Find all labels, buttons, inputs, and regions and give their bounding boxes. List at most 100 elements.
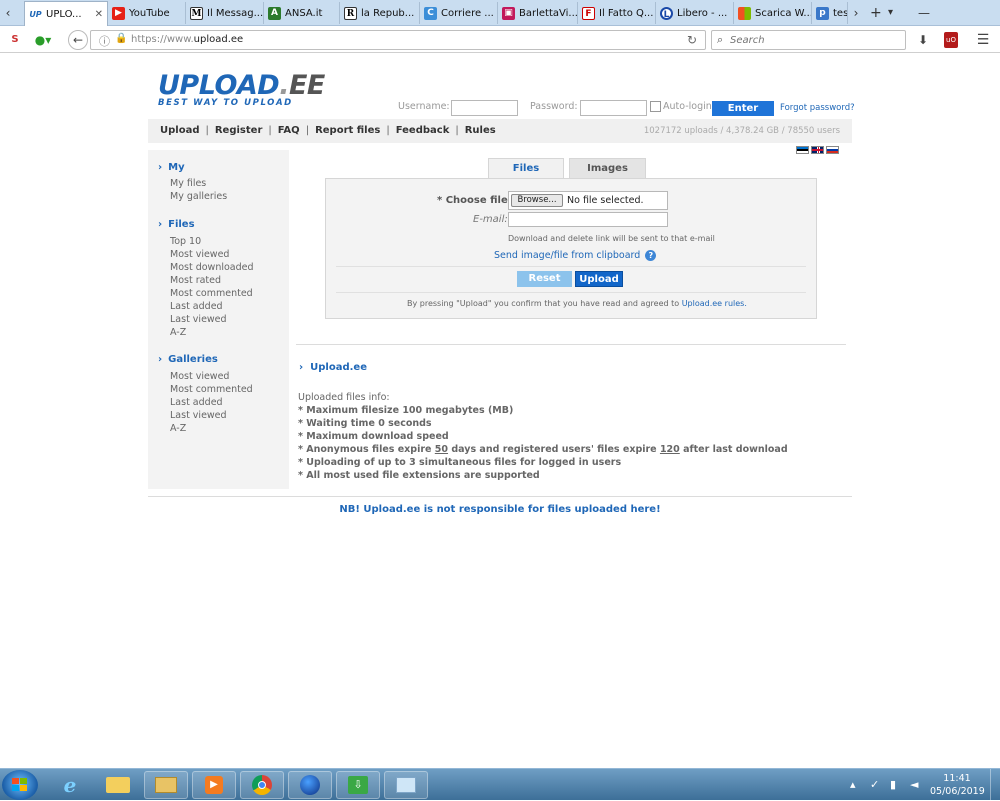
hamburger-menu-icon[interactable]: ☰: [974, 31, 992, 49]
media-player-icon[interactable]: ▶: [192, 771, 236, 799]
ublock-icon[interactable]: uO: [944, 32, 958, 48]
sidebar-section-my[interactable]: › My: [158, 162, 185, 173]
tab-list-chevron-icon[interactable]: ▾: [888, 2, 893, 24]
menu-items: Upload | Register | FAQ | Report files | Feedbac…: [160, 125, 496, 136]
sidebar-link-files-last-viewed[interactable]: Last viewed: [170, 314, 227, 325]
rules-link[interactable]: Upload.ee rules.: [682, 299, 747, 308]
barlettaviva-icon: ▣: [502, 6, 515, 20]
site-info-icon[interactable]: ⓘ: [99, 33, 110, 49]
browser-tab[interactable]: ptest: [812, 2, 848, 24]
volume-icon[interactable]: ◄: [910, 778, 918, 791]
windows-taskbar: e ▶ ⇩ ▴ ✓ ▮ ◄ 11:41 05/06/2019: [0, 768, 1000, 801]
browser-tab[interactable]: ▶ YouTube: [108, 2, 186, 24]
addon-green-icon[interactable]: ●▾: [32, 31, 54, 49]
tabs-scroll-right-icon[interactable]: ›: [850, 3, 862, 23]
sidebar-link-files-most-commented[interactable]: Most commented: [170, 288, 253, 299]
download-icon[interactable]: ⬇: [914, 31, 932, 49]
upload-ee-section-title[interactable]: › Upload.ee: [299, 362, 367, 373]
back-arrow-icon[interactable]: ←: [68, 30, 88, 50]
sidebar-link-files-last-added[interactable]: Last added: [170, 301, 223, 312]
autologin-checkbox[interactable]: [650, 101, 661, 112]
download-manager-icon[interactable]: ⇩: [336, 771, 380, 799]
microsoft-icon: [738, 6, 751, 20]
browser-tab[interactable]: L Libero - ...: [656, 2, 734, 24]
tab-images[interactable]: Images: [569, 158, 646, 178]
sidebar-link-most-downloaded[interactable]: Most downloaded: [170, 262, 254, 273]
password-label: Password:: [530, 101, 578, 112]
browser-tab[interactable]: Scarica W...: [734, 2, 812, 24]
autologin-label: Auto-login: [663, 101, 712, 112]
file-explorer-icon[interactable]: [144, 771, 188, 799]
new-tab-icon[interactable]: +: [870, 2, 882, 24]
browser-tab[interactable]: Rla Repub...: [340, 2, 420, 24]
email-hint: Download and delete link will be sent to…: [508, 234, 715, 243]
network-icon[interactable]: ▮: [890, 778, 896, 791]
russian-flag-icon[interactable]: [826, 146, 839, 154]
sidebar-link-galleries-last-viewed[interactable]: Last viewed: [170, 410, 227, 421]
sidebar-link-top-10[interactable]: Top 10: [170, 236, 201, 247]
upload-ee-icon: UP: [29, 7, 42, 21]
tray-expand-icon[interactable]: ▴: [850, 778, 856, 791]
browse-button[interactable]: Browse...: [511, 194, 563, 207]
help-icon[interactable]: ?: [645, 250, 657, 261]
internet-explorer-icon[interactable]: e: [48, 771, 92, 799]
show-desktop-button[interactable]: [990, 769, 1000, 801]
password-input[interactable]: [580, 100, 647, 116]
addon-icon[interactable]: S: [6, 31, 24, 49]
sidebar-link-galleries-last-added[interactable]: Last added: [170, 397, 223, 408]
browser-tab[interactable]: UP UPLO... ✕: [24, 1, 108, 26]
browser-tab[interactable]: C Corriere ...: [420, 2, 498, 24]
logo-ext-text: EE: [288, 70, 325, 101]
tabs-scroll-left-icon[interactable]: ‹: [2, 3, 14, 23]
folder-icon[interactable]: [96, 771, 140, 799]
menu-upload-link[interactable]: Upload: [160, 125, 199, 136]
file-input[interactable]: Browse... No file selected.: [508, 191, 668, 210]
sidebar-link-files-most-viewed[interactable]: Most viewed: [170, 249, 229, 260]
reset-button[interactable]: Reset: [517, 271, 572, 287]
sidebar-link-files-a-z[interactable]: A-Z: [170, 327, 186, 338]
estonian-flag-icon[interactable]: [796, 146, 809, 154]
address-bar[interactable]: ⓘ 🔒 https://www.upload.ee ↻: [90, 30, 706, 50]
upload-button[interactable]: Upload: [575, 271, 623, 287]
browser-globe-icon[interactable]: [288, 771, 332, 799]
sidebar-section-galleries[interactable]: › Galleries: [158, 354, 218, 365]
menu-report-files-link[interactable]: Report files: [315, 125, 380, 136]
browser-tab[interactable]: M Il Messag...: [186, 2, 264, 24]
reload-icon[interactable]: ↻: [687, 33, 697, 47]
english-flag-icon[interactable]: [811, 146, 824, 154]
taskbar-clock[interactable]: 11:41 05/06/2019: [930, 772, 985, 798]
window-minimize-icon[interactable]: —: [918, 2, 930, 24]
action-center-icon[interactable]: ✓: [870, 778, 879, 791]
language-flags: [796, 146, 839, 154]
sidebar-link-galleries-most-viewed[interactable]: Most viewed: [170, 371, 229, 382]
search-box[interactable]: ⌕: [711, 30, 906, 50]
window-app-icon[interactable]: [384, 771, 428, 799]
enter-button[interactable]: Enter: [712, 101, 774, 116]
sidebar-link-galleries-most-commented[interactable]: Most commented: [170, 384, 253, 395]
close-tab-icon[interactable]: ✕: [91, 9, 103, 20]
windows-logo-icon: [12, 778, 27, 791]
username-input[interactable]: [451, 100, 518, 116]
email-input[interactable]: [508, 212, 668, 227]
browser-tab[interactable]: F Il Fatto Q...: [578, 2, 656, 24]
sidebar-link-my-galleries[interactable]: My galleries: [170, 191, 227, 202]
menu-rules-link[interactable]: Rules: [465, 125, 496, 136]
tab-files[interactable]: Files: [488, 158, 564, 178]
menu-faq-link[interactable]: FAQ: [278, 125, 300, 136]
choose-file-label: * Choose file:: [437, 195, 512, 206]
start-button[interactable]: [2, 770, 38, 800]
sidebar-link-galleries-a-z[interactable]: A-Z: [170, 423, 186, 434]
sidebar-section-files[interactable]: › Files: [158, 219, 195, 230]
menu-feedback-link[interactable]: Feedback: [396, 125, 450, 136]
browser-tab[interactable]: ▣ BarlettaVi...: [498, 2, 578, 24]
sidebar-link-my-files[interactable]: My files: [170, 178, 206, 189]
menu-register-link[interactable]: Register: [215, 125, 263, 136]
forgot-password-link[interactable]: Forgot password?: [780, 103, 855, 113]
search-input[interactable]: [730, 33, 900, 47]
chrome-icon[interactable]: [240, 771, 284, 799]
sidebar-link-most-rated[interactable]: Most rated: [170, 275, 221, 286]
clipboard-link[interactable]: Send image/file from clipboard?: [494, 250, 657, 261]
browser-tab[interactable]: A ANSA.it: [264, 2, 340, 24]
site-logo[interactable]: UPLOAD.EE BEST WAY TO UPLOAD: [158, 70, 325, 108]
form-divider: [336, 292, 806, 293]
